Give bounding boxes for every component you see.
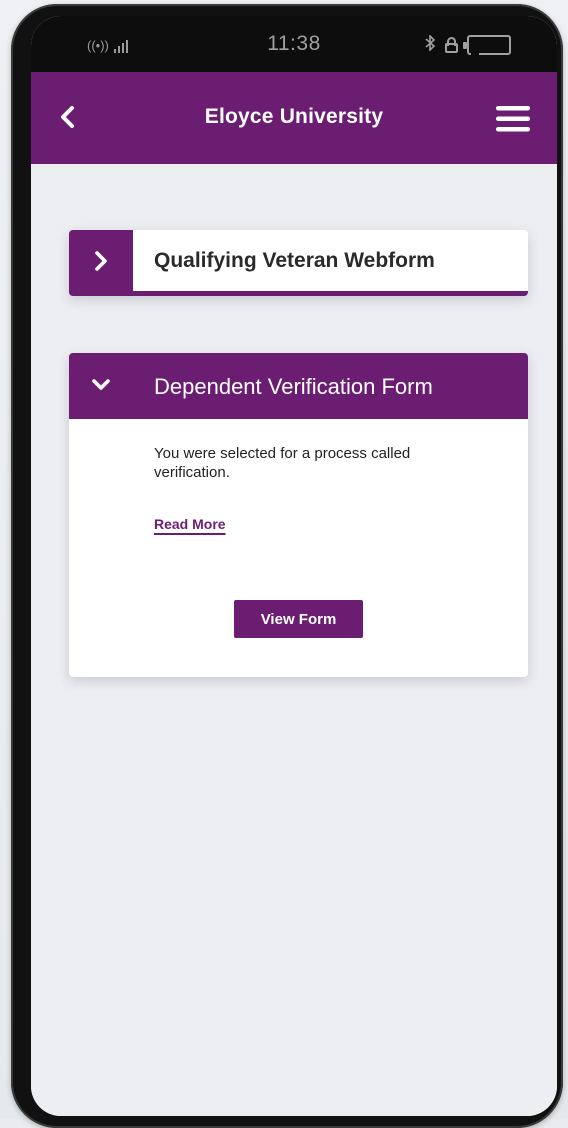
page-title: Eloyce University (204, 105, 384, 128)
form-card-dependent-verification: Dependent Verification Form You were sel… (69, 353, 528, 677)
phone-screen: ((•)) 11:38 Eloyce University Qualifying… (31, 16, 557, 1116)
expand-toggle[interactable] (69, 230, 133, 291)
view-form-button[interactable]: View Form (234, 600, 363, 638)
status-bar: ((•)) 11:38 (31, 16, 557, 74)
menu-button[interactable] (495, 104, 531, 134)
bluetooth-icon (425, 34, 436, 55)
page-background: ((•)) 11:38 Eloyce University Qualifying… (0, 0, 568, 1128)
form-card-qualifying-veteran[interactable]: Qualifying Veteran Webform (69, 230, 528, 296)
chevron-down-icon (92, 379, 110, 390)
collapse-toggle[interactable] (83, 371, 119, 401)
form-card-header[interactable]: Dependent Verification Form (69, 353, 528, 419)
main-content: Qualifying Veteran Webform Dependent Ver… (31, 164, 557, 1116)
lock-icon (445, 37, 458, 53)
form-description: You were selected for a process called v… (154, 445, 411, 481)
chevron-right-icon (95, 250, 107, 271)
form-card-title: Dependent Verification Form (154, 374, 433, 399)
battery-icon (463, 35, 511, 56)
hamburger-menu-icon (496, 106, 530, 132)
app-header: Eloyce University (31, 72, 557, 164)
form-card-title: Qualifying Veteran Webform (154, 249, 435, 272)
read-more-link[interactable]: Read More (154, 516, 226, 532)
phone-frame: ((•)) 11:38 Eloyce University Qualifying… (11, 4, 563, 1128)
status-right (425, 34, 511, 56)
